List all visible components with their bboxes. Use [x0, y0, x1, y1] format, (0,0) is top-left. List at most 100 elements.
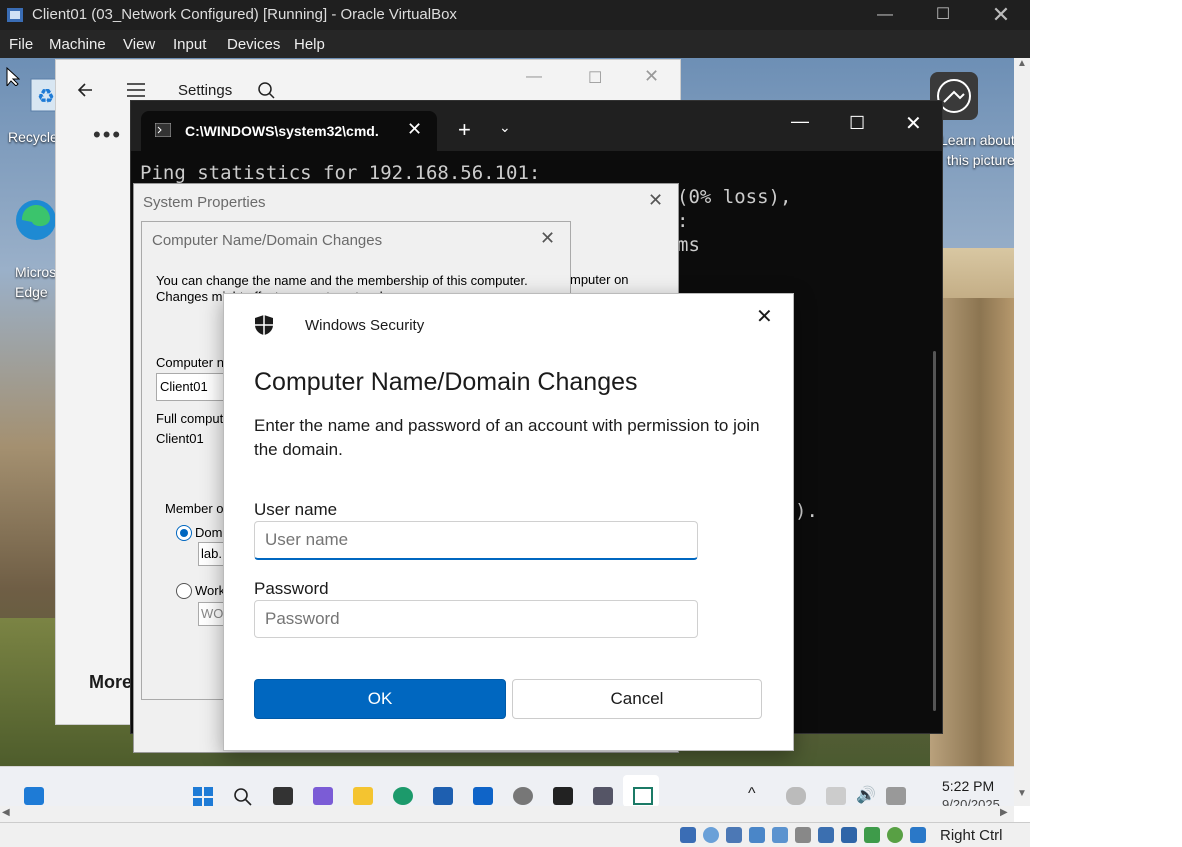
vertical-scrollbar[interactable]: ▲ ▼: [1014, 58, 1030, 806]
active-app-highlight[interactable]: [623, 775, 659, 807]
full-name-label: Full comput: [156, 411, 224, 426]
back-arrow-icon[interactable]: [76, 80, 96, 100]
settings-title: Settings: [178, 82, 233, 99]
scroll-right-icon[interactable]: ▶: [1000, 807, 1008, 818]
task-view-icon[interactable]: [273, 787, 293, 805]
horizontal-scrollbar[interactable]: ◀ ▶: [0, 806, 1014, 822]
optical-drive-icon[interactable]: [703, 827, 719, 843]
cndc-intro: You can change the name and the membersh…: [156, 273, 528, 288]
tab-close-icon[interactable]: ✕: [407, 119, 422, 140]
svg-text:♻: ♻: [37, 84, 55, 108]
battery-icon[interactable]: [886, 787, 906, 805]
domain-radio[interactable]: [176, 525, 192, 541]
terminal-tab-bar: C:\WINDOWS\system32\cmd. ✕ + ⌄ — ☐ ✕: [131, 101, 942, 151]
search-icon[interactable]: [233, 787, 253, 807]
edge-taskbar-icon[interactable]: [393, 787, 413, 805]
more-section-heading: More: [89, 672, 133, 692]
chevron-up-icon[interactable]: ^: [748, 785, 756, 803]
settings-maximize-button[interactable]: ☐: [588, 68, 602, 88]
outlook-icon[interactable]: [473, 787, 493, 805]
virtualbox-menu-bar: File Machine View Input Devices Help: [0, 30, 1030, 58]
window-title: Client01 (03_Network Configured) [Runnin…: [32, 6, 457, 23]
server-manager-icon[interactable]: [593, 787, 613, 805]
terminal-scrollbar[interactable]: [933, 351, 936, 711]
widgets-icon[interactable]: [24, 787, 44, 805]
chevron-down-icon[interactable]: ⌄: [499, 119, 511, 136]
start-icon[interactable]: [193, 787, 213, 807]
security-title: Computer Name/Domain Changes: [254, 368, 638, 396]
scroll-down-icon[interactable]: ▼: [1017, 788, 1027, 799]
onedrive-icon[interactable]: [786, 787, 806, 805]
more-options-icon[interactable]: •••: [93, 122, 122, 148]
search-icon[interactable]: [256, 80, 276, 100]
terminal-minimize-button[interactable]: —: [791, 111, 809, 132]
minimize-button[interactable]: —: [856, 0, 914, 30]
password-label: Password: [254, 579, 329, 598]
audio-icon[interactable]: [726, 827, 742, 843]
terminal-tab[interactable]: C:\WINDOWS\system32\cmd. ✕: [141, 111, 437, 151]
password-input[interactable]: [254, 600, 698, 638]
copilot-icon[interactable]: [313, 787, 333, 805]
ok-button[interactable]: OK: [254, 679, 506, 719]
member-of-label: Member o: [165, 501, 224, 516]
username-label: User name: [254, 500, 338, 519]
terminal-taskbar-icon[interactable]: [553, 787, 573, 805]
security-close-button[interactable]: ✕: [756, 304, 773, 329]
cpu-icon[interactable]: [864, 827, 880, 843]
keyboard-icon[interactable]: [910, 827, 926, 843]
network-adapter-icon[interactable]: [749, 827, 765, 843]
username-input[interactable]: [254, 521, 698, 560]
virtualbox-app-icon: [7, 8, 23, 22]
terminal-line: Ping statistics for 192.168.56.101:: [140, 162, 541, 184]
file-explorer-icon[interactable]: [353, 787, 373, 805]
spotlight-label: Learn about this picture: [940, 132, 1014, 168]
volume-icon[interactable]: 🔊: [856, 785, 876, 805]
display-icon[interactable]: [818, 827, 834, 843]
virtualbox-title-bar: Client01 (03_Network Configured) [Runnin…: [0, 0, 1030, 30]
windows-security-dialog: Windows Security ✕ Computer Name/Domain …: [223, 293, 794, 751]
taskbar: ^ 🔊 5:22 PM 9/20/2025: [0, 766, 1014, 812]
menu-devices[interactable]: Devices: [227, 36, 280, 53]
cancel-button[interactable]: Cancel: [512, 679, 762, 719]
shared-folders-icon[interactable]: [795, 827, 811, 843]
menu-file[interactable]: File: [9, 36, 33, 53]
hamburger-menu-icon[interactable]: [126, 82, 146, 98]
menu-help[interactable]: Help: [294, 36, 325, 53]
security-description: Enter the name and password of an accoun…: [254, 416, 760, 459]
terminal-close-button[interactable]: ✕: [905, 111, 922, 136]
shield-icon: [255, 315, 273, 335]
maximize-button[interactable]: ☐: [914, 0, 972, 30]
scroll-left-icon[interactable]: ◀: [2, 807, 10, 818]
host-key-label: Right Ctrl: [940, 827, 1003, 844]
menu-machine[interactable]: Machine: [49, 36, 106, 53]
scroll-up-icon[interactable]: ▲: [1017, 58, 1027, 69]
menu-view[interactable]: View: [123, 36, 155, 53]
usb-icon[interactable]: [772, 827, 788, 843]
workgroup-radio[interactable]: [176, 583, 192, 599]
close-button[interactable]: ✕: [972, 0, 1030, 30]
cndc-title: Computer Name/Domain Changes: [152, 232, 383, 249]
mouse-cursor-icon: [6, 66, 20, 86]
security-header: Windows Security: [305, 317, 425, 334]
mouse-integration-icon[interactable]: [887, 827, 903, 843]
new-tab-icon[interactable]: +: [458, 117, 471, 143]
cmd-icon: [155, 123, 171, 137]
settings-minimize-button[interactable]: —: [526, 68, 542, 86]
network-icon[interactable]: [826, 787, 846, 805]
recording-icon[interactable]: [841, 827, 857, 843]
terminal-line: ms: [677, 234, 700, 256]
hard-disk-icon[interactable]: [680, 827, 696, 843]
terminal-maximize-button[interactable]: ☐: [849, 113, 865, 134]
settings-gear-icon[interactable]: [513, 787, 533, 805]
virtualbox-status-bar: Right Ctrl: [0, 822, 1030, 847]
system-properties-text: mputer on: [570, 272, 629, 287]
edge-icon[interactable]: [14, 198, 58, 242]
system-properties-close-button[interactable]: ✕: [648, 190, 663, 211]
clock-time[interactable]: 5:22 PM: [942, 778, 994, 794]
menu-input[interactable]: Input: [173, 36, 206, 53]
system-properties-title: System Properties: [143, 194, 266, 211]
cndc-close-button[interactable]: ✕: [540, 228, 555, 249]
store-icon[interactable]: [433, 787, 453, 805]
computer-name-label: Computer n: [156, 355, 224, 370]
settings-close-button[interactable]: ✕: [644, 66, 659, 87]
